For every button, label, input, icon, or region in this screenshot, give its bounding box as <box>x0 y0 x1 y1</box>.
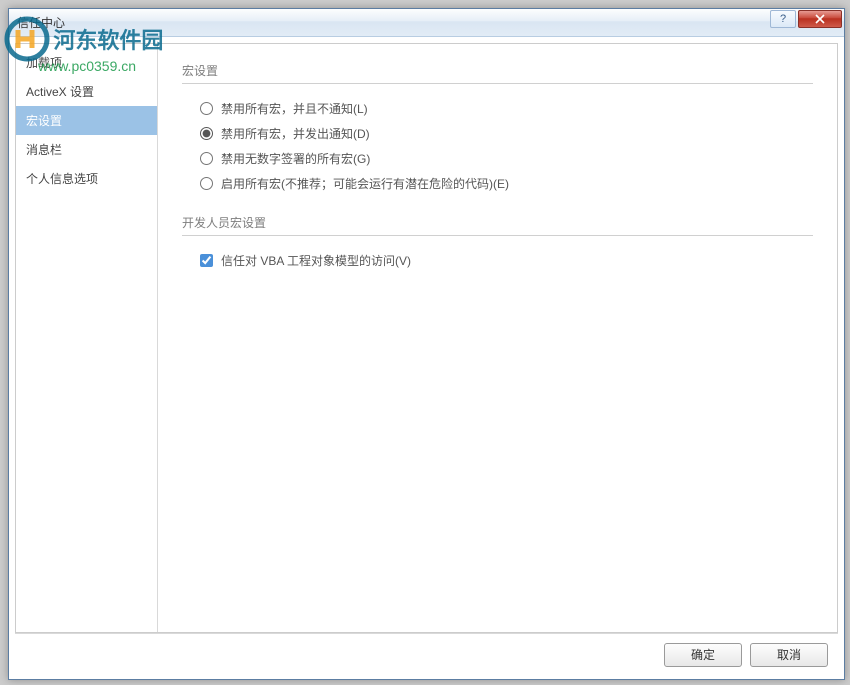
sidebar-item-macro-settings[interactable]: 宏设置 <box>16 106 157 135</box>
sidebar-item-activex[interactable]: ActiveX 设置 <box>16 77 157 106</box>
radio-enable-all[interactable]: 启用所有宏(不推荐；可能会运行有潜在危险的代码)(E) <box>182 171 813 196</box>
radio-enable-all-label: 启用所有宏(不推荐；可能会运行有潜在危险的代码)(E) <box>221 175 509 192</box>
titlebar[interactable]: 信任中心 ? <box>9 9 844 37</box>
sidebar-item-message-bar[interactable]: 消息栏 <box>16 135 157 164</box>
radio-disable-unsigned[interactable]: 禁用无数字签署的所有宏(G) <box>182 146 813 171</box>
radio-disable-unsigned-input[interactable] <box>200 152 213 165</box>
ok-button[interactable]: 确定 <box>664 643 742 667</box>
radio-disable-notify[interactable]: 禁用所有宏，并发出通知(D) <box>182 121 813 146</box>
close-icon <box>815 14 825 24</box>
checkbox-trust-vba[interactable]: 信任对 VBA 工程对象模型的访问(V) <box>182 248 813 273</box>
radio-disable-unsigned-label: 禁用无数字签署的所有宏(G) <box>221 150 370 167</box>
trust-center-dialog: 信任中心 ? 加载项 ActiveX 设置 宏设置 消息栏 个人信息选项 宏设置… <box>8 8 845 680</box>
close-button[interactable] <box>798 10 842 28</box>
button-bar: 确定 取消 <box>15 633 838 675</box>
sidebar-item-privacy[interactable]: 个人信息选项 <box>16 164 157 193</box>
section-macro-settings-header: 宏设置 <box>182 62 813 84</box>
cancel-button[interactable]: 取消 <box>750 643 828 667</box>
titlebar-controls: ? <box>770 10 842 28</box>
section-developer-header: 开发人员宏设置 <box>182 214 813 236</box>
radio-disable-notify-label: 禁用所有宏，并发出通知(D) <box>221 125 370 142</box>
checkbox-trust-vba-label: 信任对 VBA 工程对象模型的访问(V) <box>221 252 411 269</box>
checkbox-trust-vba-input[interactable] <box>200 254 213 267</box>
main-panel: 宏设置 禁用所有宏，并且不通知(L) 禁用所有宏，并发出通知(D) 禁用无数字签… <box>158 44 837 632</box>
help-button[interactable]: ? <box>770 10 796 28</box>
radio-enable-all-input[interactable] <box>200 177 213 190</box>
sidebar-item-addins[interactable]: 加载项 <box>16 48 157 77</box>
radio-disable-notify-input[interactable] <box>200 127 213 140</box>
window-title: 信任中心 <box>17 14 65 31</box>
radio-disable-no-notify-input[interactable] <box>200 102 213 115</box>
radio-disable-no-notify-label: 禁用所有宏，并且不通知(L) <box>221 100 368 117</box>
radio-disable-no-notify[interactable]: 禁用所有宏，并且不通知(L) <box>182 96 813 121</box>
sidebar: 加载项 ActiveX 设置 宏设置 消息栏 个人信息选项 <box>16 44 158 632</box>
content-area: 加载项 ActiveX 设置 宏设置 消息栏 个人信息选项 宏设置 禁用所有宏，… <box>15 43 838 633</box>
